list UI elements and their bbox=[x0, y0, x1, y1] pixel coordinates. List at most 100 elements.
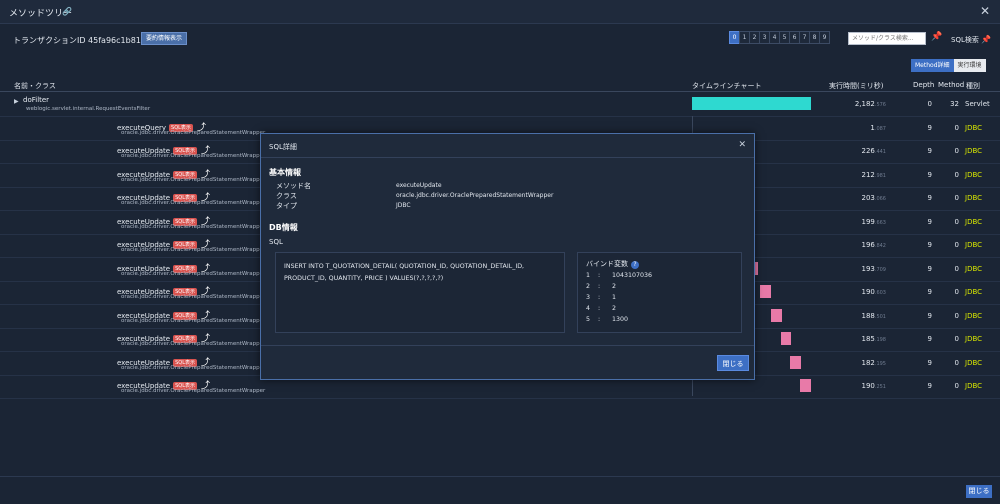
header-time: 実行時間(ミリ秒) bbox=[829, 82, 884, 90]
timeline-bar bbox=[760, 285, 771, 298]
class-name: oracle.jdbc.driver.OraclePreparedStateme… bbox=[121, 364, 266, 371]
depth-value: 0 bbox=[927, 100, 932, 108]
window-header: メソッドツリー 🔗 ✕ bbox=[0, 0, 1000, 24]
bind-value: 1300 bbox=[612, 316, 629, 323]
header-name: 名前・クラス bbox=[14, 82, 56, 90]
bind-separator: : bbox=[598, 294, 601, 301]
exec-time-frac: .709 bbox=[874, 266, 886, 273]
kind-value: JDBC bbox=[965, 217, 983, 226]
depth-value: 9 bbox=[927, 170, 932, 179]
depth-value: 9 bbox=[927, 123, 932, 132]
modal-title: SQL詳細 bbox=[269, 143, 297, 151]
depth-value: 9 bbox=[927, 288, 932, 296]
exec-time: 182.195 bbox=[861, 359, 886, 367]
kind-value: JDBC bbox=[965, 123, 983, 132]
field-key-type: タイプ bbox=[276, 202, 297, 210]
timeline-bar bbox=[800, 379, 811, 392]
exec-time-frac: .981 bbox=[874, 172, 886, 179]
method-count: 0 bbox=[954, 147, 959, 155]
class-name: oracle.jdbc.driver.OraclePreparedStateme… bbox=[121, 129, 266, 136]
field-value-class: oracle.jdbc.driver.OraclePreparedStateme… bbox=[396, 192, 554, 199]
class-name: oracle.jdbc.driver.OraclePreparedStateme… bbox=[121, 270, 266, 277]
kind-value: JDBC bbox=[965, 311, 983, 320]
modal-close-icon[interactable]: ✕ bbox=[738, 140, 746, 150]
class-name: oracle.jdbc.driver.OraclePreparedStateme… bbox=[121, 317, 266, 324]
timeline-bar bbox=[790, 355, 802, 369]
bind-separator: : bbox=[598, 272, 601, 279]
table-row[interactable]: ▶ doFilter weblogic.servlet.internal.Reque… bbox=[0, 93, 1000, 117]
exec-time-frac: .087 bbox=[874, 125, 886, 132]
exec-time: 190.603 bbox=[861, 288, 886, 296]
bind-index: 1 bbox=[586, 272, 591, 279]
class-name: oracle.jdbc.driver.OraclePreparedStateme… bbox=[121, 388, 266, 394]
link-icon[interactable]: 🔗 bbox=[62, 7, 72, 16]
depth-value: 9 bbox=[927, 264, 932, 273]
exec-time: 203.066 bbox=[861, 194, 886, 202]
exec-time-int: 193 bbox=[861, 264, 875, 273]
method-count: 0 bbox=[954, 170, 959, 179]
depth-value: 9 bbox=[927, 241, 932, 249]
bind-value: 1043107036 bbox=[612, 272, 653, 279]
field-key-class: クラス bbox=[276, 192, 297, 200]
modal-footer-divider bbox=[261, 345, 754, 346]
bind-separator: : bbox=[598, 305, 601, 312]
bind-variable-row: 3: 1 bbox=[586, 292, 733, 303]
exec-time: 2,182.576 bbox=[855, 100, 886, 108]
method-count: 0 bbox=[954, 358, 959, 367]
bind-index: 4 bbox=[586, 305, 591, 312]
bind-index: 5 bbox=[586, 316, 591, 323]
exec-time: 1.087 bbox=[870, 124, 886, 132]
exec-time: 212.981 bbox=[861, 171, 886, 179]
expand-icon[interactable]: ▶ bbox=[14, 98, 19, 105]
exec-time-frac: .195 bbox=[874, 360, 886, 367]
exec-time-int: 188 bbox=[861, 311, 875, 320]
field-key-method: メソッド名 bbox=[276, 182, 311, 190]
bind-separator: : bbox=[598, 316, 601, 323]
method-name-text: doFilter bbox=[23, 96, 50, 104]
kind-value: JDBC bbox=[965, 382, 983, 390]
bind-value: 2 bbox=[612, 305, 617, 312]
exec-time: 190.251 bbox=[861, 382, 886, 390]
class-name: oracle.jdbc.driver.OraclePreparedStateme… bbox=[121, 341, 266, 347]
exec-time: 185.198 bbox=[861, 335, 886, 343]
method-detail-toggle[interactable]: Method詳細 bbox=[911, 59, 954, 72]
kind-value: JDBC bbox=[965, 264, 983, 273]
class-name: oracle.jdbc.driver.OraclePreparedStateme… bbox=[121, 176, 266, 183]
exec-env-toggle[interactable]: 実行環境 bbox=[953, 59, 986, 72]
help-icon[interactable]: ? bbox=[631, 261, 639, 269]
exec-time-int: 190 bbox=[861, 288, 875, 296]
table-header: 名前・クラス タイムラインチャート 実行時間(ミリ秒) Depth Method… bbox=[0, 78, 1000, 92]
exec-time: 196.842 bbox=[861, 241, 886, 249]
depth-value: 9 bbox=[927, 147, 932, 155]
close-icon[interactable]: ✕ bbox=[980, 4, 990, 18]
bind-variable-row: 1: 1043107036 bbox=[586, 270, 733, 281]
depth-value: 9 bbox=[927, 335, 932, 343]
footer-close-button[interactable]: 閉じる bbox=[966, 485, 992, 498]
class-name: oracle.jdbc.driver.OraclePreparedStateme… bbox=[121, 294, 266, 300]
sql-text-box: INSERT INTO T_QUOTATION_DETAIL( QUOTATIO… bbox=[275, 252, 565, 333]
modal-close-button[interactable]: 閉じる bbox=[717, 355, 749, 371]
pin-icon[interactable]: 📌 bbox=[931, 32, 942, 42]
pin-icon: 📌 bbox=[981, 35, 992, 44]
depth-value: 9 bbox=[927, 358, 932, 367]
page-button-9[interactable]: 9 bbox=[819, 31, 830, 44]
method-class-search-input[interactable] bbox=[848, 32, 926, 45]
sql-label: SQL bbox=[269, 238, 283, 246]
sql-search-button[interactable]: SQL検索 📌 bbox=[951, 35, 991, 45]
exec-time-int: 196 bbox=[861, 241, 875, 249]
bind-value: 2 bbox=[612, 283, 617, 290]
class-name: oracle.jdbc.driver.OraclePreparedStateme… bbox=[121, 247, 266, 253]
exec-time-int: 212 bbox=[861, 170, 875, 179]
summary-info-button[interactable]: 要約情報表示 bbox=[141, 32, 187, 45]
exec-time-frac: .251 bbox=[874, 384, 886, 390]
exec-time-int: 226 bbox=[861, 147, 875, 155]
kind-value: JDBC bbox=[965, 241, 983, 249]
exec-time-int: 185 bbox=[861, 335, 875, 343]
class-name: weblogic.servlet.internal.RequestEventsF… bbox=[26, 106, 151, 112]
exec-time-frac: .066 bbox=[874, 196, 886, 202]
view-toggle: Method詳細 実行環境 bbox=[911, 59, 986, 72]
kind-value: JDBC bbox=[965, 335, 983, 343]
exec-time-frac: .501 bbox=[874, 313, 886, 320]
exec-time-int: 203 bbox=[861, 194, 875, 202]
modal-header: SQL詳細 ✕ bbox=[261, 134, 754, 158]
